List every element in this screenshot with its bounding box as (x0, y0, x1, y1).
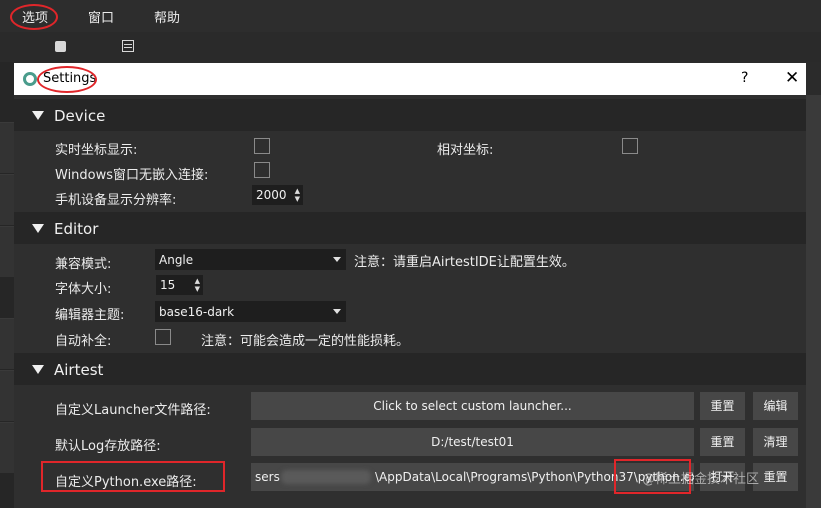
spin-arrows-icon[interactable]: ▲ ▼ (295, 187, 300, 203)
chevron-down-icon (333, 309, 341, 314)
menu-bar: 选项 窗口 帮助 (0, 0, 821, 32)
section-editor-title: Editor (54, 220, 99, 238)
launcher-reset-button[interactable]: 重置 (700, 392, 745, 420)
log-path-field[interactable]: D:/test/test01 (251, 428, 694, 456)
compat-mode-note: 注意：请重启AirtestIDE让配置生效。 (354, 255, 575, 270)
gear-icon (23, 72, 37, 86)
resolution-value: 2000 (256, 188, 287, 202)
resolution-label: 手机设备显示分辨率: (55, 193, 177, 208)
close-button[interactable]: ✕ (785, 68, 799, 88)
resolution-spinbox[interactable]: 2000 ▲ ▼ (252, 185, 303, 205)
redacted-username (281, 470, 371, 484)
relative-coords-label: 相对坐标: (437, 143, 494, 158)
section-airtest[interactable]: Airtest (14, 353, 806, 385)
python-path-start: sers (255, 470, 280, 484)
help-button[interactable]: ? (741, 70, 748, 86)
font-size-label: 字体大小: (55, 282, 112, 297)
section-device[interactable]: Device (14, 99, 806, 131)
realtime-coords-label: 实时坐标显示: (55, 143, 138, 158)
realtime-coords-checkbox[interactable] (254, 138, 270, 154)
compat-mode-select[interactable]: Angle (155, 249, 346, 270)
autocomplete-checkbox[interactable] (155, 329, 171, 345)
menu-help[interactable]: 帮助 (154, 7, 180, 26)
windows-no-embed-label: Windows窗口无嵌入连接: (55, 168, 209, 183)
theme-label: 编辑器主题: (55, 308, 125, 323)
autocomplete-note: 注意：可能会造成一定的性能损耗。 (201, 334, 410, 349)
dialog-titlebar: Settings ? ✕ (14, 63, 806, 95)
launcher-path-field[interactable]: Click to select custom launcher... (251, 392, 694, 420)
list-icon[interactable] (122, 40, 134, 52)
font-size-spinbox[interactable]: 15 ▲ ▼ (156, 275, 203, 295)
compat-mode-value: Angle (159, 253, 194, 267)
relative-coords-checkbox[interactable] (622, 138, 638, 154)
autocomplete-label: 自动补全: (55, 334, 112, 349)
chevron-down-icon (333, 257, 341, 262)
log-path-label: 默认Log存放路径: (55, 439, 161, 454)
launcher-edit-button[interactable]: 编辑 (753, 392, 798, 420)
log-clear-button[interactable]: 清理 (753, 428, 798, 456)
section-device-title: Device (54, 107, 106, 125)
watermark: @稀土掘金技术社区 (642, 472, 760, 487)
left-panel-strip (0, 62, 14, 508)
collapse-triangle-icon (32, 365, 44, 374)
font-size-value: 15 (160, 278, 176, 292)
theme-select[interactable]: base16-dark (155, 301, 346, 322)
annotation-circle-settings (37, 66, 97, 93)
python-reset-button[interactable]: 重置 (753, 463, 798, 491)
dialog-scrollbar[interactable] (806, 95, 821, 508)
settings-dialog: Settings ? ✕ Device 实时坐标显示: 相对坐标: Window… (14, 63, 806, 508)
windows-no-embed-checkbox[interactable] (254, 162, 270, 178)
section-editor[interactable]: Editor (14, 212, 806, 244)
annotation-circle-options (10, 4, 58, 30)
spin-arrows-icon[interactable]: ▲ ▼ (195, 277, 200, 293)
section-airtest-title: Airtest (54, 361, 104, 379)
annotation-box-python-label (41, 461, 225, 492)
collapse-triangle-icon (32, 224, 44, 233)
menu-window[interactable]: 窗口 (88, 7, 114, 26)
theme-value: base16-dark (159, 305, 235, 319)
collapse-triangle-icon (32, 111, 44, 120)
stop-icon[interactable] (55, 41, 66, 52)
launcher-path-label: 自定义Launcher文件路径: (55, 403, 211, 418)
compat-mode-label: 兼容模式: (55, 257, 112, 272)
log-reset-button[interactable]: 重置 (700, 428, 745, 456)
